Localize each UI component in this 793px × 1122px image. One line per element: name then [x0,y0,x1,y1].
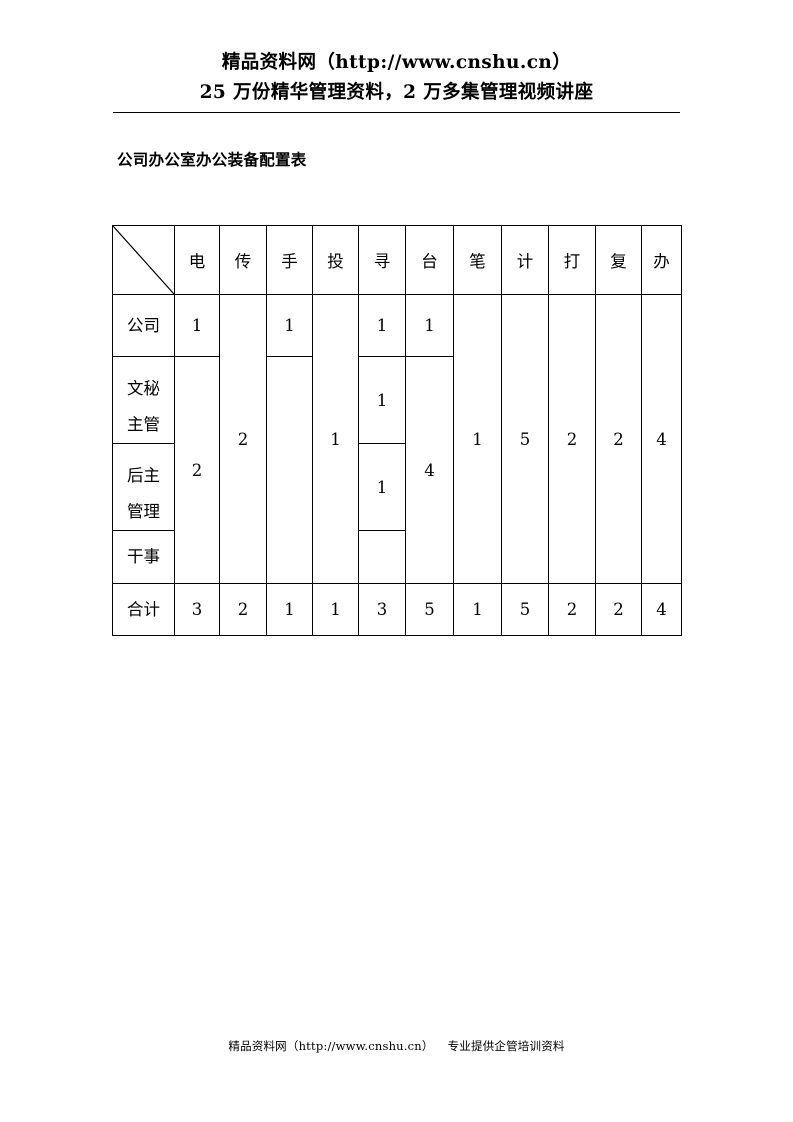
total-xun: 3 [358,583,406,636]
row-label-houzhu-line2: 管理 [127,502,160,521]
cell-gongsi-dian: 1 [174,294,220,357]
total-chuan: 2 [219,583,267,636]
header-site-line: 精品资料网（http://www.cnshu.cn） [221,52,572,73]
total-dian: 3 [174,583,220,636]
cell-fu-merged: 2 [595,294,642,584]
equipment-config-table: 电 传 手 投 寻 台 笔 计 打 复 办 公司 1 2 1 1 1 1 1 5… [112,225,682,636]
total-bi: 1 [453,583,502,636]
total-da: 2 [548,583,596,636]
col-header-chuan: 传 [219,225,267,295]
total-fu: 2 [595,583,642,636]
cell-ban-merged: 4 [641,294,682,584]
diagonal-line-icon [113,226,174,294]
table-header-row: 电 传 手 投 寻 台 笔 计 打 复 办 [112,225,682,295]
total-tai: 5 [405,583,454,636]
cell-wenmi-xun: 1 [358,356,406,444]
row-label-wenmi-line2: 主管 [127,415,160,434]
table-row: 公司 1 2 1 1 1 1 1 5 2 2 4 [112,294,682,584]
cell-chuan-merged: 2 [219,294,267,584]
col-header-da: 打 [548,225,596,295]
cell-tai-merged: 4 [405,356,454,584]
col-header-ji: 计 [501,225,549,295]
col-header-dian: 电 [174,225,220,295]
header-divider [113,112,680,113]
col-header-xun: 寻 [358,225,406,295]
row-label-houzhu-line1: 后主 [127,466,160,485]
row-label-ganshi: 干事 [112,530,175,584]
corner-diagonal-cell [112,225,175,295]
col-header-tai: 台 [405,225,454,295]
page-title: 公司办公室办公装备配置表 [117,151,307,169]
col-header-shou: 手 [266,225,313,295]
row-label-wenmi: 文秘 主管 [112,356,175,444]
col-header-bi: 笔 [453,225,502,295]
footer-site: 精品资料网（http://www.cnshu.cn） [228,1039,434,1053]
col-header-ban: 办 [641,225,682,295]
row-label-gongsi: 公司 [112,294,175,357]
cell-houzhu-xun: 1 [358,443,406,531]
total-ban: 4 [641,583,682,636]
cell-shou-merged-empty [266,356,313,584]
row-label-houzhu: 后主 管理 [112,443,175,531]
cell-dian-merged: 2 [174,356,220,584]
cell-bi-merged: 1 [453,294,502,584]
col-header-fu: 复 [595,225,642,295]
col-header-tou: 投 [312,225,359,295]
footer-tagline: 专业提供企管培训资料 [447,1039,565,1053]
page-footer: 精品资料网（http://www.cnshu.cn） 专业提供企管培训资料 [0,1038,793,1054]
row-label-heji: 合计 [112,583,175,636]
total-shou: 1 [266,583,313,636]
total-tou: 1 [312,583,359,636]
cell-ganshi-xun-empty [358,530,406,584]
equipment-table-wrapper: 电 传 手 投 寻 台 笔 计 打 复 办 公司 1 2 1 1 1 1 1 5… [112,225,682,636]
cell-gongsi-shou: 1 [266,294,313,357]
table-total-row: 合计 3 2 1 1 3 5 1 5 2 2 4 [112,583,682,636]
cell-tou-merged: 1 [312,294,359,584]
page-header: 精品资料网（http://www.cnshu.cn） 25 万份精华管理资料，2… [113,48,680,108]
cell-gongsi-tai: 1 [405,294,454,357]
cell-gongsi-xun: 1 [358,294,406,357]
cell-da-merged: 2 [548,294,596,584]
header-tagline: 25 万份精华管理资料，2 万多集管理视频讲座 [199,82,594,103]
cell-ji-merged: 5 [501,294,549,584]
total-ji: 5 [501,583,549,636]
row-label-wenmi-line1: 文秘 [127,379,160,398]
